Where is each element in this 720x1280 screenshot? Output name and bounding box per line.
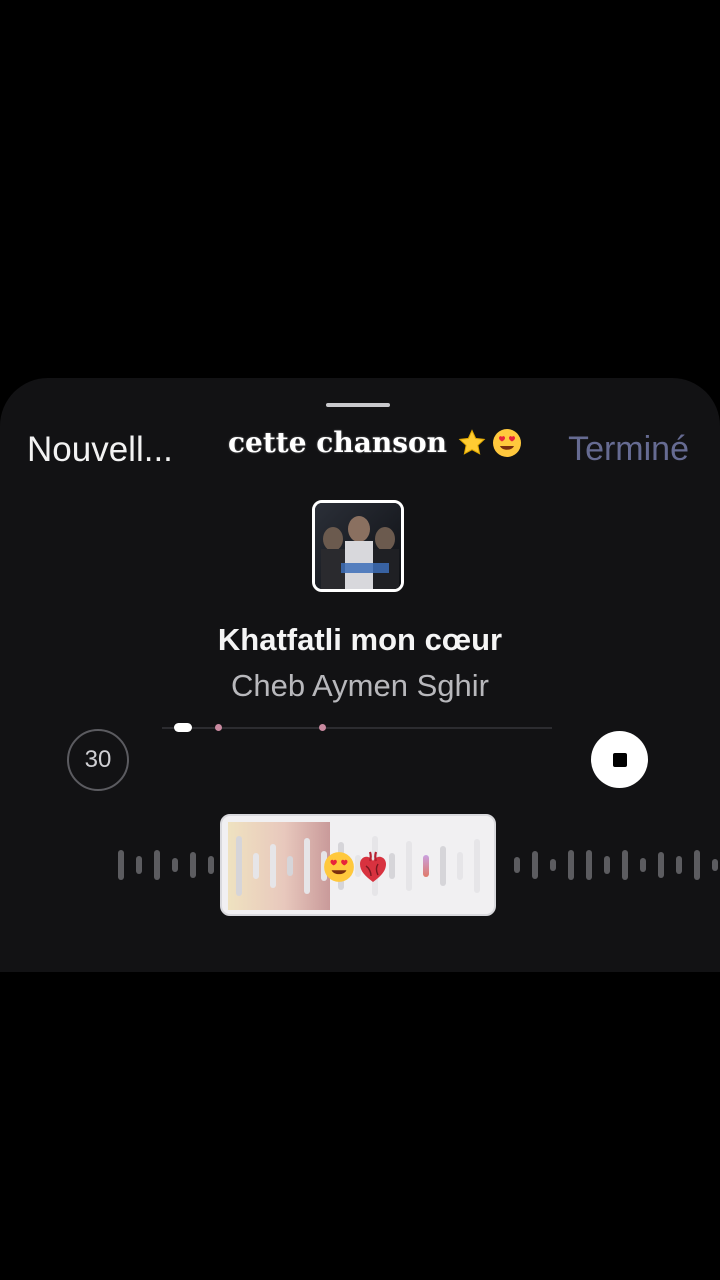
waveform-bar bbox=[118, 850, 124, 880]
waveform-bar bbox=[712, 859, 718, 871]
waveform-bar bbox=[640, 858, 646, 872]
duration-button[interactable]: 30 bbox=[67, 729, 129, 791]
clip-stickers bbox=[322, 850, 388, 884]
waveform-bar bbox=[676, 856, 682, 874]
album-art-image bbox=[315, 503, 401, 589]
clip-waveform-bar bbox=[423, 855, 429, 877]
track-title: Khatfatli mon cœur bbox=[217, 622, 503, 657]
progress-knob[interactable] bbox=[174, 723, 192, 732]
waveform-bar bbox=[136, 856, 142, 874]
clip-waveform-bar bbox=[304, 838, 310, 894]
waveform-bar bbox=[532, 851, 538, 879]
album-art bbox=[312, 500, 404, 592]
track-artist: Cheb Aymen Sghir bbox=[231, 668, 489, 703]
heart-eyes-emoji-icon bbox=[493, 428, 521, 457]
clip-played-region bbox=[228, 822, 330, 910]
waveform-bar bbox=[514, 857, 520, 873]
waveform-bar bbox=[550, 859, 556, 871]
clip-waveform-bar bbox=[406, 841, 412, 891]
waveform-bar bbox=[586, 850, 592, 880]
clip-waveform-bar bbox=[440, 846, 446, 886]
heart-eyes-emoji-icon bbox=[324, 852, 354, 882]
story-caption: cette chanson bbox=[228, 426, 523, 459]
waveform-bar bbox=[658, 852, 664, 878]
clip-waveform-bar bbox=[287, 856, 293, 876]
stop-button[interactable] bbox=[591, 731, 648, 788]
stop-icon bbox=[612, 752, 627, 767]
waveform-bar bbox=[568, 850, 574, 880]
clip-waveform-bar bbox=[253, 853, 259, 879]
playback-progress[interactable] bbox=[162, 723, 552, 732]
progress-marker bbox=[319, 724, 326, 731]
waveform-bar bbox=[190, 852, 196, 878]
caption-text: cette chanson bbox=[228, 426, 447, 459]
clip-waveform-bar bbox=[236, 836, 242, 896]
waveform-bar bbox=[172, 858, 178, 872]
waveform-bar bbox=[208, 856, 214, 874]
clip-waveform-bar bbox=[389, 853, 395, 879]
music-picker-sheet: Nouvell... cette chanson Terminé Khatfat… bbox=[0, 378, 720, 972]
star-emoji-icon bbox=[458, 428, 486, 455]
waveform-bar bbox=[622, 850, 628, 880]
waveform-bar bbox=[604, 856, 610, 874]
done-button[interactable]: Terminé bbox=[568, 430, 689, 469]
waveform-bar bbox=[154, 850, 160, 880]
clip-waveform-bar bbox=[474, 839, 480, 893]
sheet-grabber[interactable] bbox=[326, 403, 390, 407]
sheet-left-title[interactable]: Nouvell... bbox=[27, 430, 173, 470]
anatomical-heart-emoji-icon bbox=[360, 851, 386, 882]
clip-waveform-bar bbox=[270, 844, 276, 888]
waveform-bar bbox=[694, 850, 700, 880]
clip-waveform-bar bbox=[457, 852, 463, 880]
progress-marker bbox=[215, 724, 222, 731]
